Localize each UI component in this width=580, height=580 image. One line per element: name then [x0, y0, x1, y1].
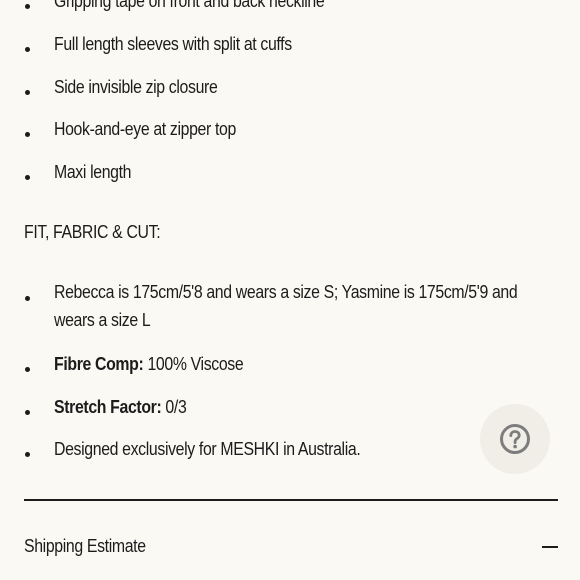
shipping-estimate-accordion[interactable]: Shipping Estimate	[24, 528, 558, 568]
product-details-panel: Gripping tape on front and back neckline…	[24, 0, 558, 580]
bullet-dot	[25, 132, 30, 137]
section-heading-fit-fabric-cut: FIT, FABRIC & CUT:	[24, 222, 161, 242]
stretch-factor-label: Stretch Factor:	[54, 397, 162, 417]
help-button[interactable]	[480, 404, 550, 474]
list-item-text: Stretch Factor: 0/3	[54, 397, 187, 418]
minus-icon[interactable]	[542, 546, 558, 548]
bullet-dot	[25, 175, 30, 180]
fibre-comp-label: Fibre Comp:	[54, 354, 144, 374]
list-item-text: Maxi length	[54, 162, 132, 182]
list-item-text: Gripping tape on front and back neckline	[54, 0, 325, 11]
bullet-dot	[25, 452, 30, 457]
bullet-dot	[25, 296, 30, 301]
section-divider	[24, 499, 558, 501]
fibre-comp-value: 100% Viscose	[143, 354, 244, 374]
stretch-factor-value: 0/3	[161, 397, 187, 417]
accordion-title: Shipping Estimate	[24, 536, 146, 556]
list-item-text: Fibre Comp: 100% Viscose	[54, 354, 244, 375]
bullet-dot	[25, 4, 30, 9]
list-item-text: Rebecca is 175cm/5'8 and wears a size S;…	[54, 278, 547, 334]
bullet-dot	[25, 367, 30, 372]
bullet-dot	[25, 47, 30, 52]
list-item-text: Hook-and-eye at zipper top	[54, 119, 236, 139]
bullet-dot	[25, 90, 30, 95]
list-item-text: Designed exclusively for MESHKI in Austr…	[54, 439, 361, 460]
list-item-text: Side invisible zip closure	[54, 77, 218, 97]
bullet-dot	[25, 410, 30, 415]
question-mark-icon	[500, 424, 530, 454]
list-item-text: Full length sleeves with split at cuffs	[54, 34, 292, 54]
item-value: Rebecca is 175cm/5'8 and wears a size S;…	[54, 282, 518, 330]
item-value: Designed exclusively for MESHKI in Austr…	[54, 439, 361, 459]
